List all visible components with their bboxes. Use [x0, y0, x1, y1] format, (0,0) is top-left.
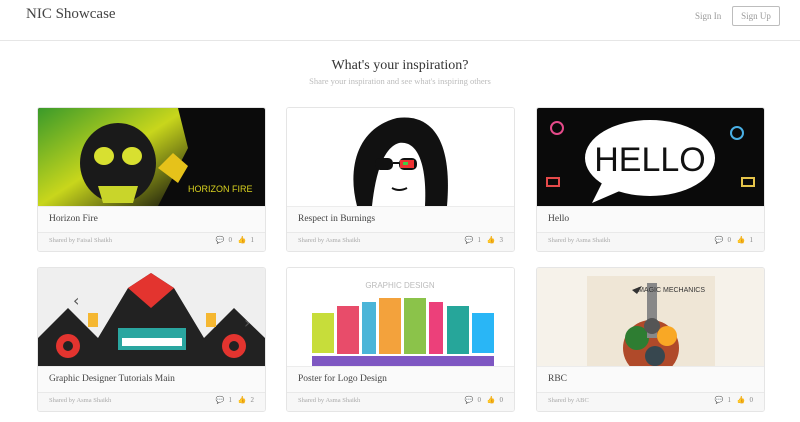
comment-count: 1	[228, 396, 233, 404]
card-thumbnail[interactable]: MAGIC MECHANICS	[537, 268, 764, 366]
card-meta: Shared by Asma Shaikh 💬 1 👍 3	[287, 232, 514, 251]
showcase-card[interactable]: MAGIC MECHANICS RBC Shared by ABC 💬 1 👍 0	[536, 267, 765, 412]
card-meta: Shared by Asma Shaikh 💬 0 👍 1	[537, 232, 764, 251]
sign-up-button[interactable]: Sign Up	[732, 6, 780, 26]
card-stats: 💬 0 👍 0	[461, 396, 503, 404]
thumbs-up-icon[interactable]: 👍	[737, 236, 746, 244]
shared-by: Shared by Faisal Shaikh	[49, 237, 113, 244]
like-count: 1	[250, 236, 255, 244]
card-meta: Shared by Asma Shaikh 💬 1 👍 2	[38, 392, 265, 411]
navbar: NIC Showcase Sign In Sign Up	[0, 0, 800, 41]
comment-count: 0	[727, 236, 732, 244]
comment-icon: 💬	[215, 396, 225, 404]
comment-icon: 💬	[714, 396, 724, 404]
thumb-text: GRAPHIC DESIGN	[365, 281, 435, 290]
thumb-text: HELLO	[594, 141, 706, 179]
card-title[interactable]: Graphic Designer Tutorials Main	[38, 366, 265, 392]
card-thumbnail[interactable]: HELLO	[537, 108, 764, 206]
comment-icon: 💬	[215, 236, 225, 244]
like-count: 3	[499, 236, 504, 244]
brand-logo[interactable]: NIC Showcase	[26, 6, 116, 23]
thumbs-up-icon[interactable]: 👍	[487, 236, 496, 244]
card-meta: Shared by Faisal Shaikh 💬 0 👍 1	[38, 232, 265, 251]
showcase-card[interactable]: Respect in Burnings Shared by Asma Shaik…	[286, 107, 515, 252]
comment-count: 1	[727, 396, 732, 404]
showcase-card[interactable]: ‹ › Graphic Designer Tutorials Main Shar…	[37, 267, 266, 412]
shared-by: Shared by Asma Shaikh	[49, 397, 112, 404]
page-title: What's your inspiration?	[331, 58, 469, 73]
card-title[interactable]: Respect in Burnings	[287, 206, 514, 232]
comment-icon: 💬	[464, 396, 474, 404]
card-thumbnail[interactable]: ‹ ›	[38, 268, 265, 366]
thumbs-up-icon[interactable]: 👍	[238, 236, 247, 244]
thumbs-up-icon[interactable]: 👍	[487, 396, 496, 404]
like-count: 2	[250, 396, 255, 404]
shared-by: Shared by ABC	[548, 397, 589, 404]
comment-icon: 💬	[464, 236, 474, 244]
shared-by: Shared by Asma Shaikh	[298, 397, 361, 404]
thumbs-up-icon[interactable]: 👍	[238, 396, 247, 404]
card-meta: Shared by Asma Shaikh 💬 0 👍 0	[287, 392, 514, 411]
card-thumbnail[interactable]	[287, 108, 514, 206]
comment-count: 1	[477, 236, 482, 244]
thumbs-up-icon[interactable]: 👍	[737, 396, 746, 404]
thumb-text: HORIZON FIRE	[188, 184, 253, 194]
card-title[interactable]: Horizon Fire	[38, 206, 265, 232]
showcase-card[interactable]: HELLO Hello Shared by Asma Shaikh 💬 0 👍 1	[536, 107, 765, 252]
showcase-card[interactable]: HORIZON FIRE Horizon Fire Shared by Fais…	[37, 107, 266, 252]
card-stats: 💬 0 👍 1	[711, 236, 753, 244]
sign-in-link[interactable]: Sign In	[695, 11, 721, 21]
comment-icon: 💬	[714, 236, 724, 244]
like-count: 1	[749, 236, 754, 244]
page-subtitle: Share your inspiration and see what's in…	[309, 76, 491, 86]
hero: What's your inspiration? Share your insp…	[0, 58, 800, 86]
showcase-card[interactable]: GRAPHIC DESIGN Poster for Logo Design Sh…	[286, 267, 515, 412]
card-thumbnail[interactable]: HORIZON FIRE	[38, 108, 265, 206]
card-stats: 💬 1 👍 3	[461, 236, 503, 244]
card-thumbnail[interactable]: GRAPHIC DESIGN	[287, 268, 514, 366]
shared-by: Shared by Asma Shaikh	[548, 237, 611, 244]
card-title[interactable]: Hello	[537, 206, 764, 232]
card-title[interactable]: RBC	[537, 366, 764, 392]
card-stats: 💬 1 👍 0	[711, 396, 753, 404]
card-stats: 💬 1 👍 2	[212, 396, 254, 404]
thumb-text: MAGIC MECHANICS	[638, 287, 705, 294]
card-stats: 💬 0 👍 1	[212, 236, 254, 244]
svg-text:‹: ‹	[73, 291, 79, 310]
card-title[interactable]: Poster for Logo Design	[287, 366, 514, 392]
like-count: 0	[499, 396, 504, 404]
svg-text:›: ›	[244, 313, 250, 332]
like-count: 0	[749, 396, 754, 404]
comment-count: 0	[228, 236, 233, 244]
comment-count: 0	[477, 396, 482, 404]
card-meta: Shared by ABC 💬 1 👍 0	[537, 392, 764, 411]
shared-by: Shared by Asma Shaikh	[298, 237, 361, 244]
